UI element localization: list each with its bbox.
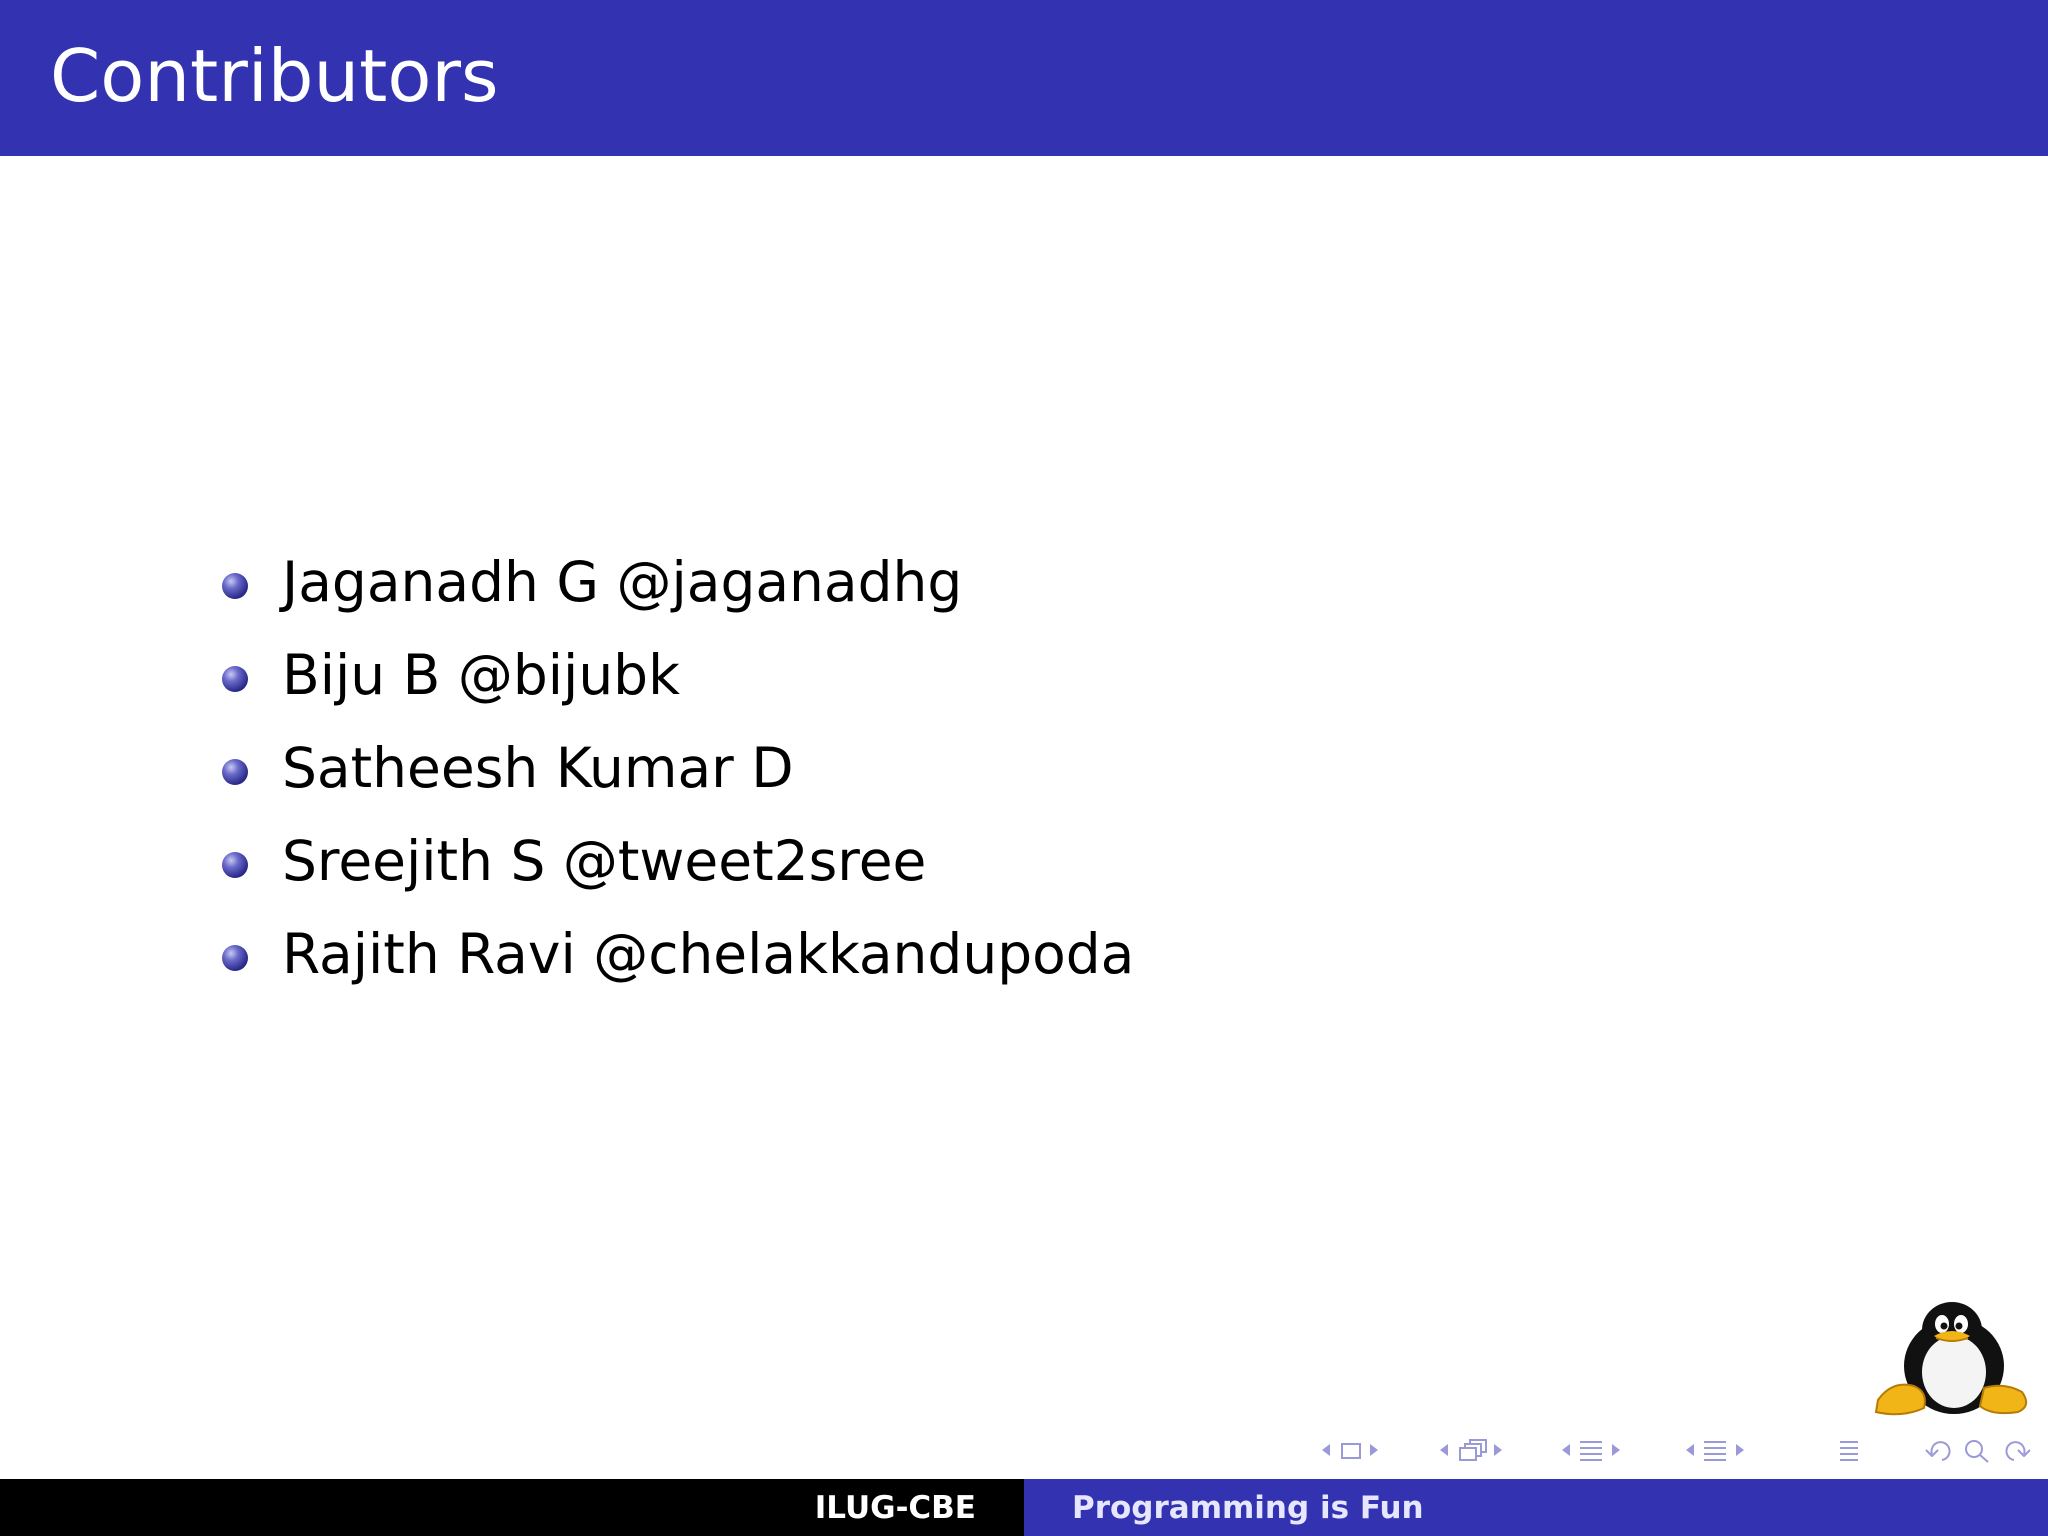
contributor-name: Rajith Ravi @chelakkandupoda (282, 922, 1135, 986)
nav-slide-icon[interactable] (1459, 1439, 1487, 1461)
navigation-controls (1312, 1432, 2032, 1468)
list-item: Jaganadh G @jaganadhg (222, 536, 1134, 629)
nav-subsection-icon[interactable] (1580, 1441, 1602, 1461)
footer-author: ILUG-CBE (814, 1489, 976, 1526)
nav-prev-slide-icon[interactable] (1440, 1444, 1448, 1456)
list-item: Sreejith S @tweet2sree (222, 815, 1134, 908)
nav-next-frame-icon[interactable] (1370, 1444, 1378, 1456)
slide: Contributors Jaganadh G @jaganadhg Biju … (0, 0, 2048, 1536)
nav-next-section-icon[interactable] (1736, 1444, 1744, 1456)
nav-forward-icon[interactable] (2005, 1441, 2031, 1461)
bullet-icon (222, 572, 248, 599)
list-item: Biju B @bijubk (222, 629, 1134, 722)
bullet-icon (222, 665, 248, 692)
nav-section-icon[interactable] (1704, 1441, 1726, 1461)
footer: ILUG-CBE Programming is Fun (0, 1479, 2048, 1536)
list-item: Rajith Ravi @chelakkandupoda (222, 908, 1134, 1001)
list-item: Satheesh Kumar D (222, 722, 1134, 815)
bullet-icon (222, 758, 248, 785)
bullet-icon (222, 944, 248, 971)
nav-toc-icon[interactable] (1840, 1441, 1858, 1461)
contributor-name: Satheesh Kumar D (282, 736, 794, 800)
contributor-name: Biju B @bijubk (282, 643, 680, 707)
nav-next-slide-icon[interactable] (1494, 1444, 1502, 1456)
contributor-name: Jaganadh G @jaganadhg (282, 550, 963, 614)
nav-back-icon[interactable] (1925, 1441, 1951, 1461)
contributors-list: Jaganadh G @jaganadhg Biju B @bijubk Sat… (222, 536, 1134, 1001)
nav-next-subsection-icon[interactable] (1612, 1444, 1620, 1456)
footer-title: Programming is Fun (1072, 1489, 1424, 1526)
nav-prev-frame-icon[interactable] (1322, 1444, 1330, 1456)
footer-right-panel: Programming is Fun (1024, 1479, 2048, 1536)
footer-left-panel: ILUG-CBE (0, 1479, 1024, 1536)
title-bar: Contributors (0, 0, 2048, 156)
tux-penguin-logo (1874, 1302, 2028, 1416)
nav-prev-subsection-icon[interactable] (1562, 1444, 1570, 1456)
nav-prev-section-icon[interactable] (1686, 1444, 1694, 1456)
nav-search-icon[interactable] (1965, 1440, 1989, 1463)
bullet-icon (222, 851, 248, 878)
nav-frame-icon[interactable] (1341, 1443, 1361, 1459)
slide-title: Contributors (50, 34, 499, 118)
contributor-name: Sreejith S @tweet2sree (282, 829, 927, 893)
